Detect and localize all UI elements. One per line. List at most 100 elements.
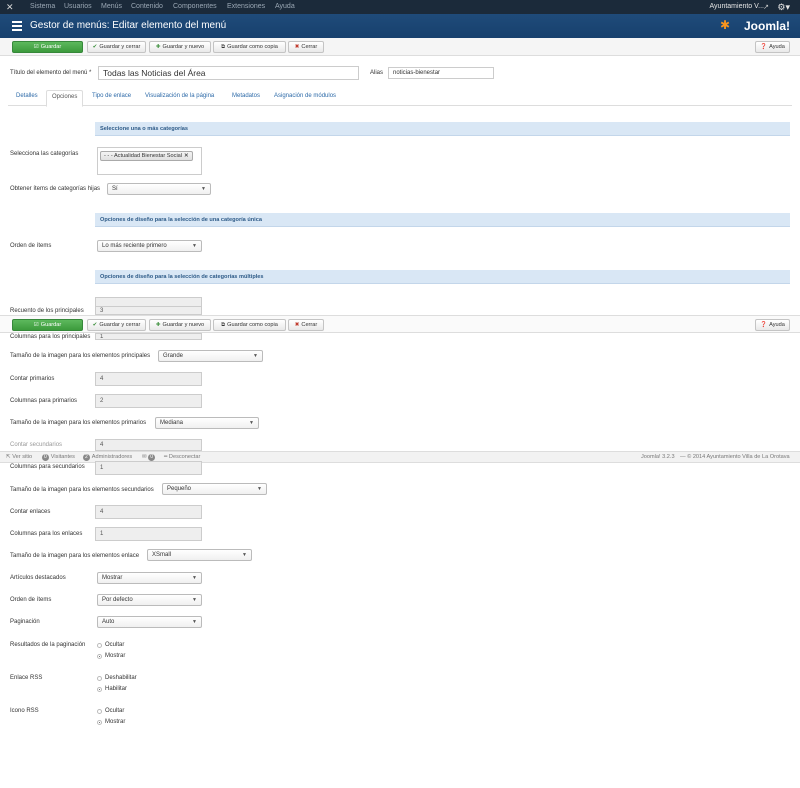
tab-metadatos[interactable]: Metadatos bbox=[232, 93, 260, 99]
check-square-icon: ☑ bbox=[33, 44, 39, 50]
menu-componentes[interactable]: Componentes bbox=[173, 3, 217, 10]
save-close-button[interactable]: ✔ Guardar y cerrar bbox=[87, 41, 146, 53]
rss-link-enable-radio[interactable] bbox=[97, 687, 102, 692]
save-button[interactable]: ☑ Guardar bbox=[12, 319, 83, 331]
sticky-toolbar: ☑ Guardar ✔ Guardar y cerrar ✚ Guardar y nu… bbox=[0, 315, 800, 333]
links-columns-field[interactable]: 1 bbox=[95, 527, 202, 541]
visitors-status: 0 Visitantes bbox=[42, 454, 75, 461]
help-label: Ayuda bbox=[769, 322, 785, 328]
remove-icon[interactable]: ✕ bbox=[184, 153, 189, 159]
tab-asignacion-modulos[interactable]: Asignación de módulos bbox=[274, 93, 336, 99]
links-image-label: Tamaño de la imagen para los elementos e… bbox=[10, 553, 140, 559]
external-link-icon[interactable]: ↗ bbox=[763, 3, 769, 11]
leading-count-label: Recuento de los principales bbox=[10, 308, 84, 314]
order-select[interactable]: Por defecto ▼ bbox=[97, 594, 202, 606]
version-info: Joomla! 3.2.3 bbox=[641, 454, 675, 460]
question-icon: ❓ bbox=[760, 44, 768, 50]
primary-image-select[interactable]: Mediana ▼ bbox=[155, 417, 259, 429]
gear-icon[interactable]: ⚙▾ bbox=[777, 2, 790, 13]
admins-badge: 2 bbox=[83, 454, 90, 461]
chevron-down-icon: ▼ bbox=[192, 619, 197, 625]
child-items-value: Sí bbox=[112, 186, 118, 192]
child-items-select[interactable]: Sí ▼ bbox=[107, 183, 211, 195]
title-field[interactable]: Todas las Noticias del Área bbox=[98, 66, 359, 80]
joomla-brand-icon: ✱ bbox=[719, 18, 730, 32]
logout-label: Desconectar bbox=[168, 454, 201, 460]
question-icon: ❓ bbox=[760, 322, 768, 328]
toolbar: ☑ Guardar ✔ Guardar y cerrar ✚ Guardar y nu… bbox=[0, 38, 800, 56]
category-chip: - - - Actualidad Bienestar Social ✕ bbox=[100, 151, 193, 161]
help-label: Ayuda bbox=[769, 44, 785, 50]
title-label: Título del elemento del menú * bbox=[10, 70, 92, 76]
pagination-select[interactable]: Auto ▼ bbox=[97, 616, 202, 628]
links-count-field[interactable]: 4 bbox=[95, 505, 202, 519]
category-chip-label: - - - Actualidad Bienestar Social bbox=[104, 153, 183, 159]
primary-count-label: Contar primarios bbox=[10, 376, 55, 382]
tab-detalles[interactable]: Detalles bbox=[16, 93, 38, 99]
primary-count-field[interactable]: 4 bbox=[95, 372, 202, 386]
rss-icon-hide-label: Ocultar bbox=[105, 708, 125, 714]
user-menu[interactable]: Ayuntamiento V... bbox=[710, 3, 764, 10]
secondary-image-value: Pequeño bbox=[167, 486, 192, 492]
pagination-results-hide-radio[interactable] bbox=[97, 643, 102, 648]
primary-columns-field[interactable]: 2 bbox=[95, 394, 202, 408]
view-site-link[interactable]: ⇱ Ver sitio bbox=[6, 454, 32, 460]
tab-tipo-enlace[interactable]: Tipo de enlace bbox=[92, 93, 131, 99]
featured-select[interactable]: Mostrar ▼ bbox=[97, 572, 202, 584]
links-image-select[interactable]: XSmall ▼ bbox=[147, 549, 252, 561]
select-categories-label: Selecciona las categorías bbox=[10, 151, 79, 157]
menu-contenido[interactable]: Contenido bbox=[131, 3, 163, 10]
messages-status[interactable]: ✉ 0 bbox=[142, 454, 157, 461]
pagination-results-label: Resultados de la paginación bbox=[10, 642, 86, 648]
leading-image-select[interactable]: Grande ▼ bbox=[158, 350, 263, 362]
secondary-image-label: Tamaño de la imagen para los elementos s… bbox=[10, 487, 154, 493]
leading-columns-field[interactable]: 1 bbox=[95, 333, 202, 340]
categories-multiselect[interactable]: - - - Actualidad Bienestar Social ✕ bbox=[97, 147, 202, 175]
order-label: Orden de ítems bbox=[10, 597, 52, 603]
featured-label: Artículos destacados bbox=[10, 575, 66, 581]
leading-columns-label: Columnas para los principales bbox=[10, 334, 91, 340]
copyright: — © 2014 Ayuntamiento Villa de La Orotav… bbox=[680, 454, 790, 460]
menu-sistema[interactable]: Sistema bbox=[30, 3, 55, 10]
help-button[interactable]: ❓ Ayuda bbox=[755, 41, 790, 53]
order-items-select[interactable]: Lo más reciente primero ▼ bbox=[97, 240, 202, 252]
help-button[interactable]: ❓ Ayuda bbox=[755, 319, 790, 331]
save-copy-label: Guardar como copia bbox=[227, 322, 278, 328]
leading-count-field[interactable]: 3 bbox=[95, 306, 202, 315]
visitors-badge: 0 bbox=[42, 454, 49, 461]
primary-image-label: Tamaño de la imagen para los elementos p… bbox=[10, 420, 147, 426]
secondary-count-field[interactable]: 4 bbox=[95, 439, 202, 451]
close-button[interactable]: ✖ Cerrar bbox=[288, 41, 324, 53]
tab-bar: Detalles Opciones Tipo de enlace Visuali… bbox=[8, 90, 792, 107]
menu-extensiones[interactable]: Extensiones bbox=[227, 3, 265, 10]
joomla-logo-icon[interactable]: ✕ bbox=[6, 3, 15, 12]
menu-usuarios[interactable]: Usuarios bbox=[64, 3, 92, 10]
messages-badge: 0 bbox=[148, 454, 156, 461]
secondary-columns-field[interactable]: 1 bbox=[95, 461, 202, 475]
links-columns-label: Columnas para los enlaces bbox=[10, 531, 83, 537]
alias-field[interactable]: noticias-bienestar bbox=[388, 67, 494, 79]
save-copy-button[interactable]: ⧉ Guardar como copia bbox=[213, 41, 286, 53]
check-icon: ✔ bbox=[92, 44, 98, 50]
pagination-results-show-radio[interactable] bbox=[97, 654, 102, 659]
secondary-columns-label: Columnas para secundarios bbox=[10, 464, 85, 470]
save-copy-button[interactable]: ⧉ Guardar como copia bbox=[213, 319, 286, 331]
rss-icon-hide-radio[interactable] bbox=[97, 709, 102, 714]
tab-opciones[interactable]: Opciones bbox=[46, 90, 84, 107]
save-close-button[interactable]: ✔ Guardar y cerrar bbox=[87, 319, 146, 331]
menu-menus[interactable]: Menús bbox=[101, 3, 122, 10]
tab-visualizacion[interactable]: Visualización de la página bbox=[145, 93, 214, 99]
rss-icon-show-radio[interactable] bbox=[97, 720, 102, 725]
menu-ayuda[interactable]: Ayuda bbox=[275, 3, 295, 10]
save-new-button[interactable]: ✚ Guardar y nuevo bbox=[149, 319, 211, 331]
close-button[interactable]: ✖ Cerrar bbox=[288, 319, 324, 331]
save-new-button[interactable]: ✚ Guardar y nuevo bbox=[149, 41, 211, 53]
check-square-icon: ☑ bbox=[33, 322, 39, 328]
secondary-count-label: Contar secundarios bbox=[10, 442, 63, 448]
rss-icon-show-label: Mostrar bbox=[105, 719, 126, 725]
secondary-image-select[interactable]: Pequeño ▼ bbox=[162, 483, 267, 495]
logout-link[interactable]: ━ Desconectar bbox=[164, 454, 200, 460]
save-button[interactable]: ☑ Guardar bbox=[12, 41, 83, 53]
rss-link-disable-radio[interactable] bbox=[97, 676, 102, 681]
save-label: Guardar bbox=[40, 44, 62, 50]
